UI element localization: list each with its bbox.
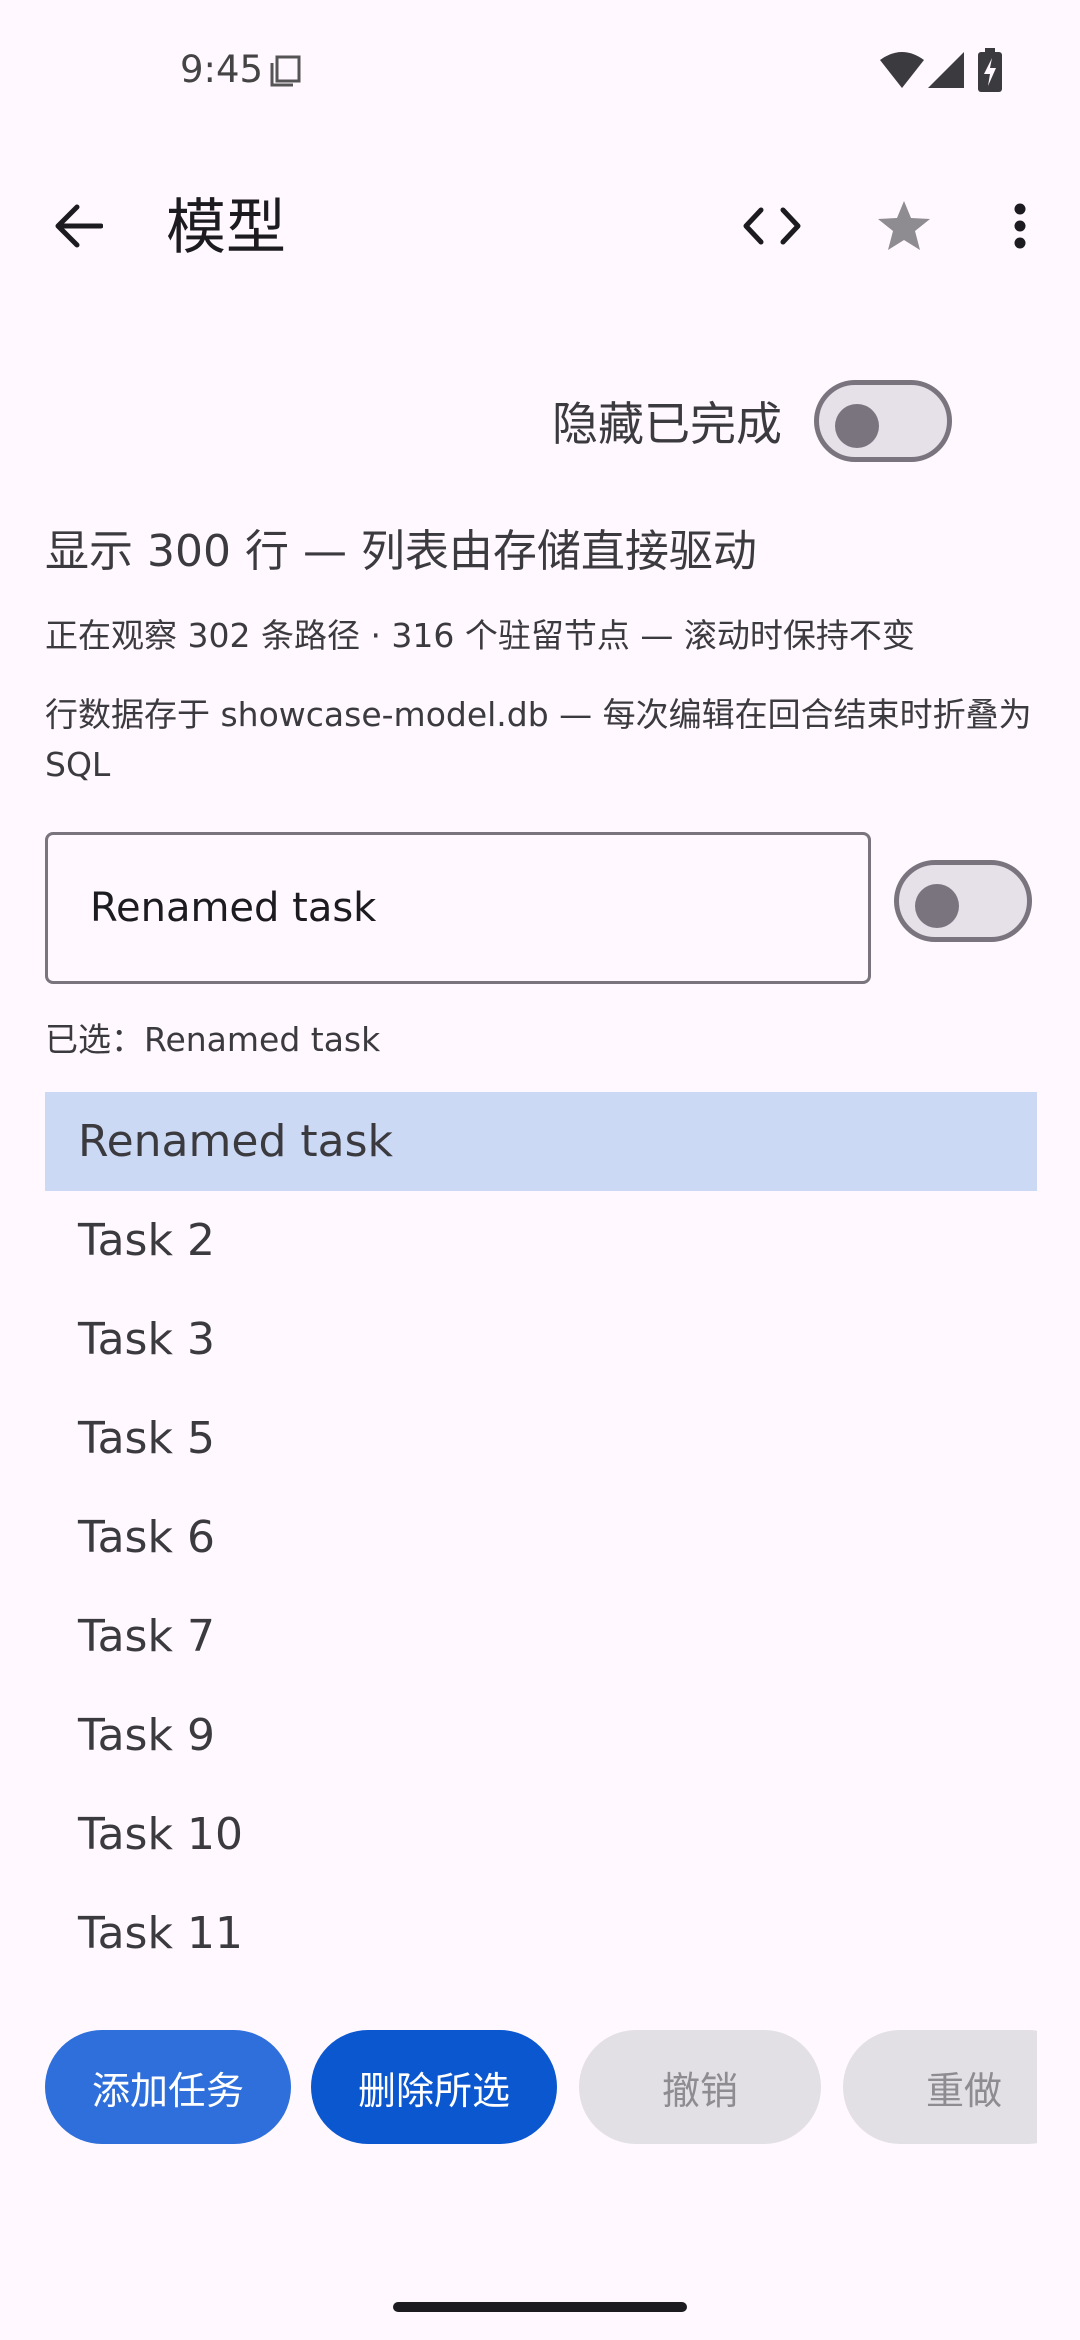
undo-button[interactable]: 撤销 (579, 2030, 821, 2144)
page-title: 模型 (166, 193, 286, 263)
action-button-row: 添加任务 删除所选 撤销 重做 (45, 2030, 1037, 2144)
favorite-button[interactable] (856, 180, 952, 276)
home-indicator[interactable] (393, 2302, 687, 2312)
battery-charging-icon (978, 48, 1002, 96)
wifi-icon (880, 52, 924, 92)
signal-icon (928, 52, 964, 92)
back-button[interactable] (30, 180, 126, 276)
switch-thumb (915, 884, 959, 928)
task-item[interactable]: Task 9 (45, 1686, 1037, 1785)
hide-completed-label: 隐藏已完成 (552, 397, 782, 451)
arrow-back-icon (53, 204, 104, 252)
more-options-button[interactable] (972, 180, 1068, 276)
code-icon (743, 206, 801, 250)
add-task-button[interactable]: 添加任务 (45, 2030, 291, 2144)
hide-completed-switch[interactable] (814, 380, 952, 462)
redo-button[interactable]: 重做 (843, 2030, 1037, 2144)
task-item[interactable]: Task 6 (45, 1488, 1037, 1587)
switch-thumb (835, 404, 879, 448)
status-time: 9:45 (180, 48, 264, 91)
task-list: Renamed task Task 2 Task 3 Task 5 Task 6… (45, 1092, 1037, 1983)
task-item[interactable]: Task 7 (45, 1587, 1037, 1686)
delete-selected-button[interactable]: 删除所选 (311, 2030, 557, 2144)
row-count-heading: 显示 300 行 — 列表由存储直接驱动 (45, 526, 757, 577)
task-item[interactable]: Task 11 (45, 1884, 1037, 1983)
task-item[interactable]: Task 10 (45, 1785, 1037, 1884)
task-item[interactable]: Task 5 (45, 1389, 1037, 1488)
task-done-switch[interactable] (894, 860, 1032, 942)
code-button[interactable] (724, 180, 820, 276)
task-item-selected[interactable]: Renamed task (45, 1092, 1037, 1191)
task-item[interactable]: Task 2 (45, 1191, 1037, 1290)
task-name-input[interactable] (45, 832, 871, 984)
status-icons (880, 48, 1010, 92)
star-icon (877, 200, 931, 256)
storage-text: 行数据存于 showcase-model.db — 每次编辑在回合结束时折叠为 … (45, 695, 1032, 784)
observing-text: 正在观察 302 条路径 · 316 个驻留节点 — 滚动时保持不变 (45, 616, 915, 655)
selected-task-text: 已选：Renamed task (45, 1020, 381, 1059)
task-item[interactable]: Task 3 (45, 1290, 1037, 1389)
copy-icon (268, 54, 302, 88)
more-vert-icon (1013, 203, 1027, 253)
